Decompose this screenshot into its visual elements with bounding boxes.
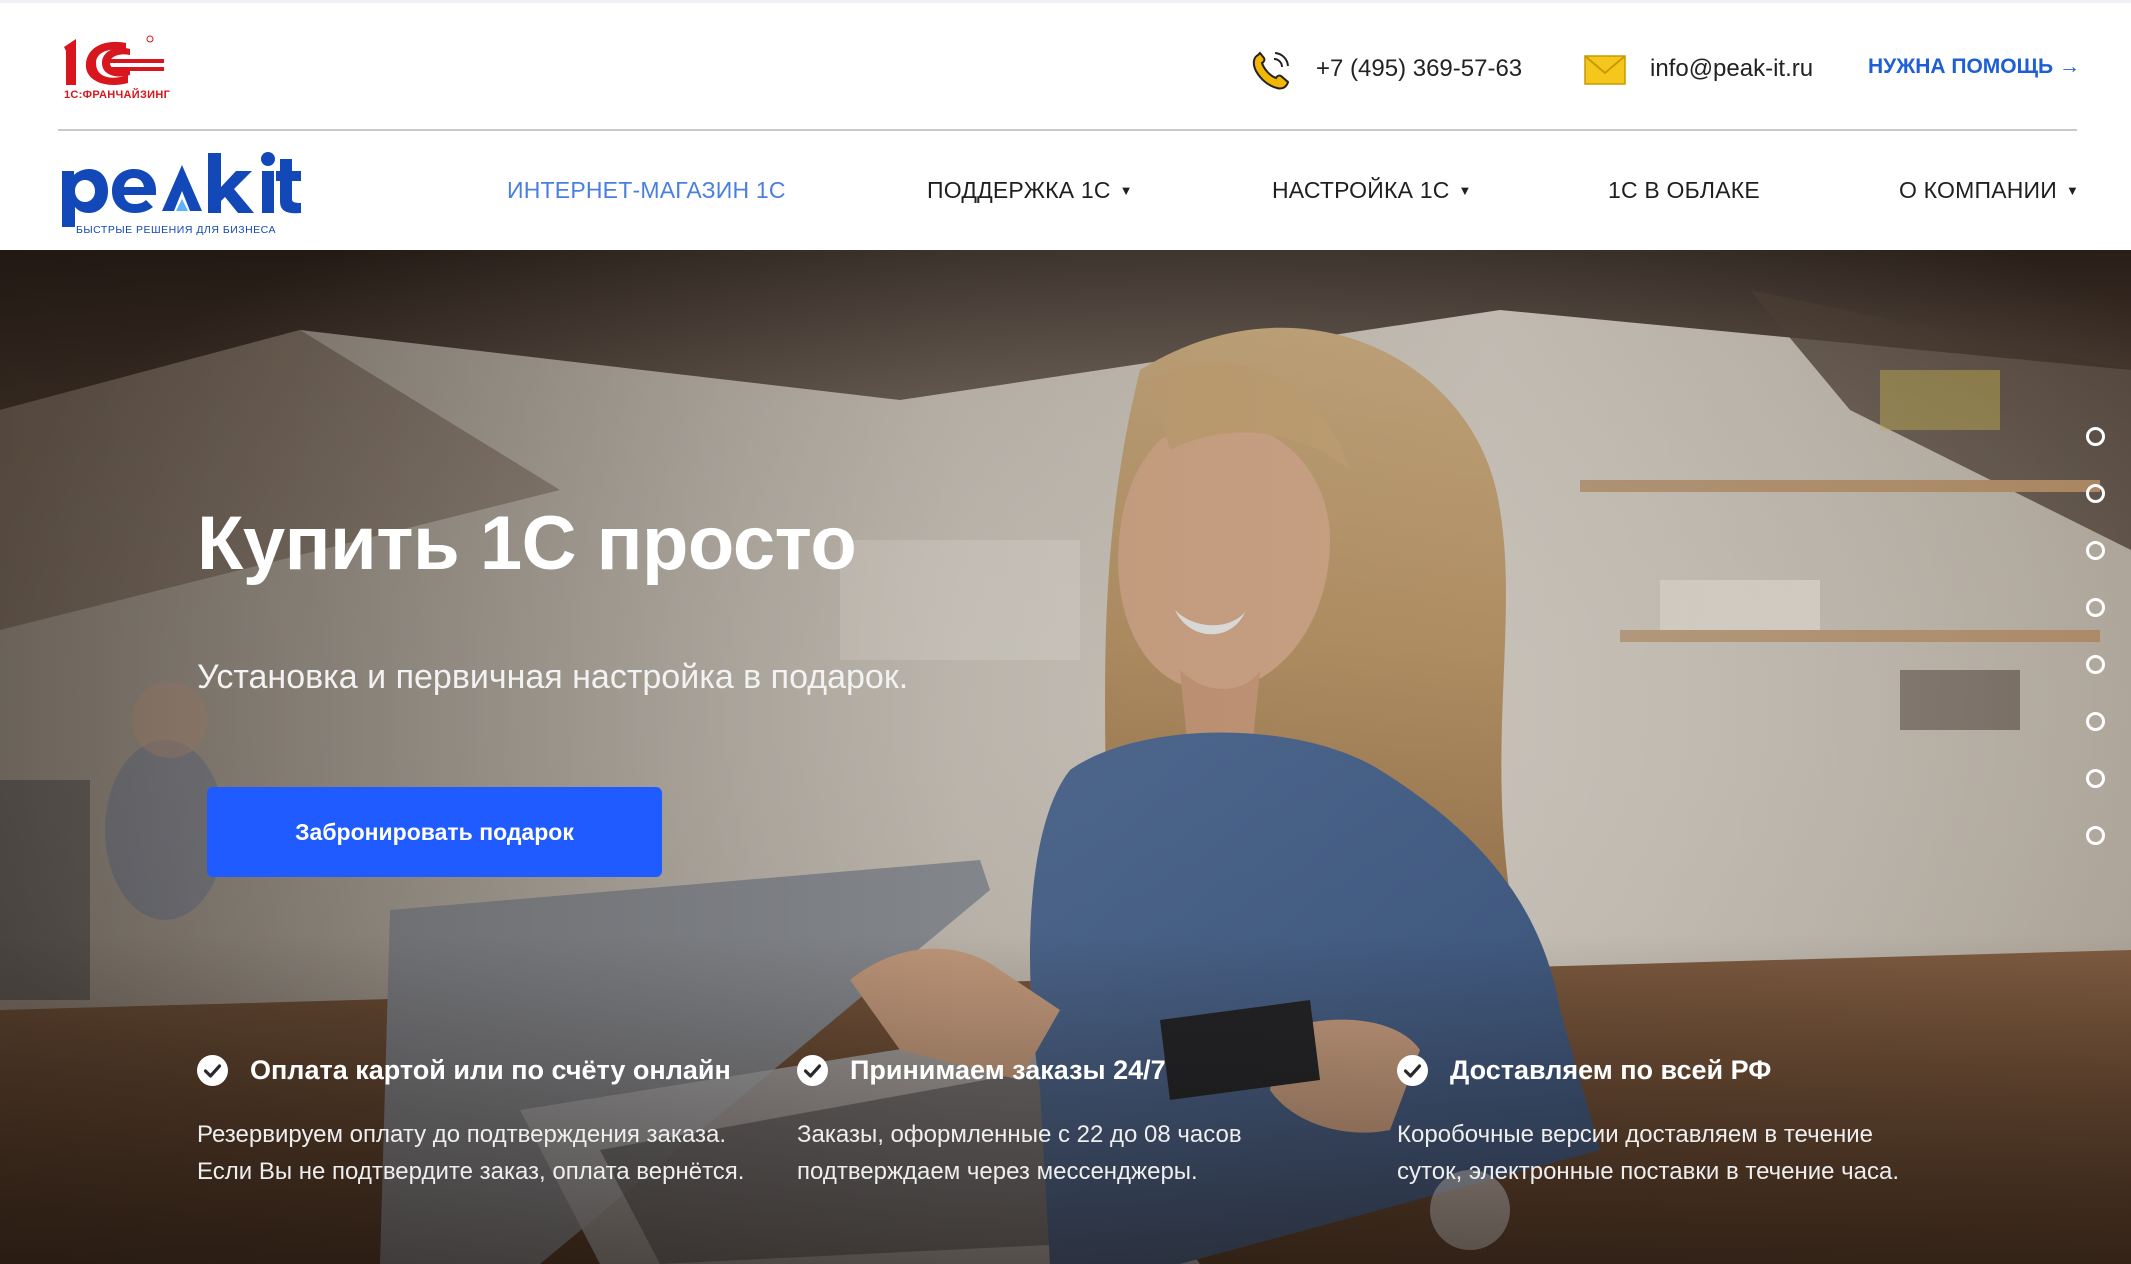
1c-franchise-logo[interactable]: 1С:ФРАНЧАЙЗИНГ bbox=[58, 33, 170, 105]
nav-item-about[interactable]: О КОМПАНИИ ▼ bbox=[1899, 177, 2079, 204]
slide-dot-5[interactable] bbox=[2086, 655, 2105, 674]
slide-dot-4[interactable] bbox=[2086, 598, 2105, 617]
caret-down-icon: ▼ bbox=[2066, 183, 2080, 198]
feature-title: Доставляем по всей РФ bbox=[1450, 1054, 1772, 1085]
email-address[interactable]: info@peak-it.ru bbox=[1650, 55, 1813, 83]
feature-description: Коробочные версии доставляем в течение с… bbox=[1397, 1116, 1977, 1190]
feature-line: Если Вы не подтвердите заказ, оплата вер… bbox=[197, 1158, 745, 1185]
slide-dot-6[interactable] bbox=[2086, 712, 2105, 731]
nav-label: НАСТРОЙКА 1С bbox=[1272, 177, 1450, 203]
nav-item-setup[interactable]: НАСТРОЙКА 1С ▼ bbox=[1272, 177, 1472, 204]
check-circle-icon bbox=[797, 1054, 828, 1086]
brand-tagline: БЫСТРЫЕ РЕШЕНИЯ ДЛЯ БИЗНЕСА bbox=[76, 224, 277, 236]
check-circle-icon bbox=[197, 1054, 228, 1086]
feature-line: Коробочные версии доставляем в течение bbox=[1397, 1121, 1873, 1148]
feature-title: Оплата картой или по счёту онлайн bbox=[250, 1054, 731, 1085]
nav-label: О КОМПАНИИ bbox=[1899, 177, 2058, 203]
slide-dot-2[interactable] bbox=[2086, 484, 2105, 503]
nav-label: ПОДДЕРЖКА 1С bbox=[927, 177, 1111, 203]
hero-subtitle: Установка и первичная настройка в подаро… bbox=[197, 658, 909, 696]
email-contact[interactable]: info@peak-it.ru bbox=[1582, 47, 1813, 91]
hero-title: Купить 1С просто bbox=[197, 501, 857, 586]
slide-dot-8[interactable] bbox=[2086, 826, 2105, 845]
feature-head: Оплата картой или по счёту онлайн bbox=[197, 1050, 777, 1090]
hero-section: Купить 1С просто Установка и первичная н… bbox=[0, 250, 2131, 1264]
feature-title: Принимаем заказы 24/7 bbox=[850, 1054, 1166, 1085]
slider-pagination bbox=[2086, 427, 2108, 883]
need-help-link[interactable]: НУЖНА ПОМОЩЬ → bbox=[1868, 55, 2080, 79]
feature-line: Резервируем оплату до подтверждения зака… bbox=[197, 1121, 726, 1148]
feature-line: Заказы, оформленные с 22 до 08 часов bbox=[797, 1121, 1242, 1148]
caret-down-icon: ▼ bbox=[1458, 183, 1472, 198]
nav-item-online-store[interactable]: ИНТЕРНЕТ-МАГАЗИН 1С bbox=[507, 177, 786, 204]
1c-logo-mark bbox=[64, 35, 164, 85]
feature-head: Доставляем по всей РФ bbox=[1397, 1050, 1977, 1090]
feature-description: Заказы, оформленные с 22 до 08 часов под… bbox=[797, 1116, 1377, 1190]
phone-icon bbox=[1252, 51, 1290, 90]
feature-head: Принимаем заказы 24/7 bbox=[797, 1050, 1377, 1090]
envelope-icon bbox=[1584, 55, 1626, 85]
nav-item-support[interactable]: ПОДДЕРЖКА 1С ▼ bbox=[927, 177, 1133, 204]
feature-payment: Оплата картой или по счёту онлайн Резерв… bbox=[197, 1050, 777, 1190]
franchise-caption: 1С:ФРАНЧАЙЗИНГ bbox=[64, 89, 171, 101]
feature-line: подтверждаем через мессенджеры. bbox=[797, 1158, 1198, 1185]
slide-dot-3[interactable] bbox=[2086, 541, 2105, 560]
book-gift-button[interactable]: Забронировать подарок bbox=[207, 787, 662, 877]
feature-description: Резервируем оплату до подтверждения зака… bbox=[197, 1116, 777, 1190]
feature-line: суток, электронные поставки в течение ча… bbox=[1397, 1158, 1900, 1185]
main-nav: БЫСТРЫЕ РЕШЕНИЯ ДЛЯ БИЗНЕСА ИНТЕРНЕТ-МАГ… bbox=[0, 131, 2131, 250]
top-bar: 1С:ФРАНЧАЙЗИНГ +7 (495) 369-57-63 info@p… bbox=[0, 0, 2131, 130]
nav-label: 1С В ОБЛАКЕ bbox=[1608, 177, 1760, 203]
phone-number[interactable]: +7 (495) 369-57-63 bbox=[1316, 55, 1522, 83]
nav-item-cloud[interactable]: 1С В ОБЛАКЕ bbox=[1608, 177, 1760, 204]
check-circle-icon bbox=[1397, 1054, 1428, 1086]
phone-contact[interactable]: +7 (495) 369-57-63 bbox=[1248, 47, 1522, 91]
caret-down-icon: ▼ bbox=[1119, 183, 1133, 198]
feature-delivery: Доставляем по всей РФ Коробочные версии … bbox=[1397, 1050, 1977, 1190]
nav-label: ИНТЕРНЕТ-МАГАЗИН 1С bbox=[507, 177, 786, 203]
peak-it-logo[interactable]: БЫСТРЫЕ РЕШЕНИЯ ДЛЯ БИЗНЕСА bbox=[58, 147, 304, 236]
slide-dot-7[interactable] bbox=[2086, 769, 2105, 788]
slide-dot-1[interactable] bbox=[2086, 427, 2105, 446]
feature-orders-24-7: Принимаем заказы 24/7 Заказы, оформленны… bbox=[797, 1050, 1377, 1190]
peak-it-wordmark bbox=[62, 152, 301, 227]
